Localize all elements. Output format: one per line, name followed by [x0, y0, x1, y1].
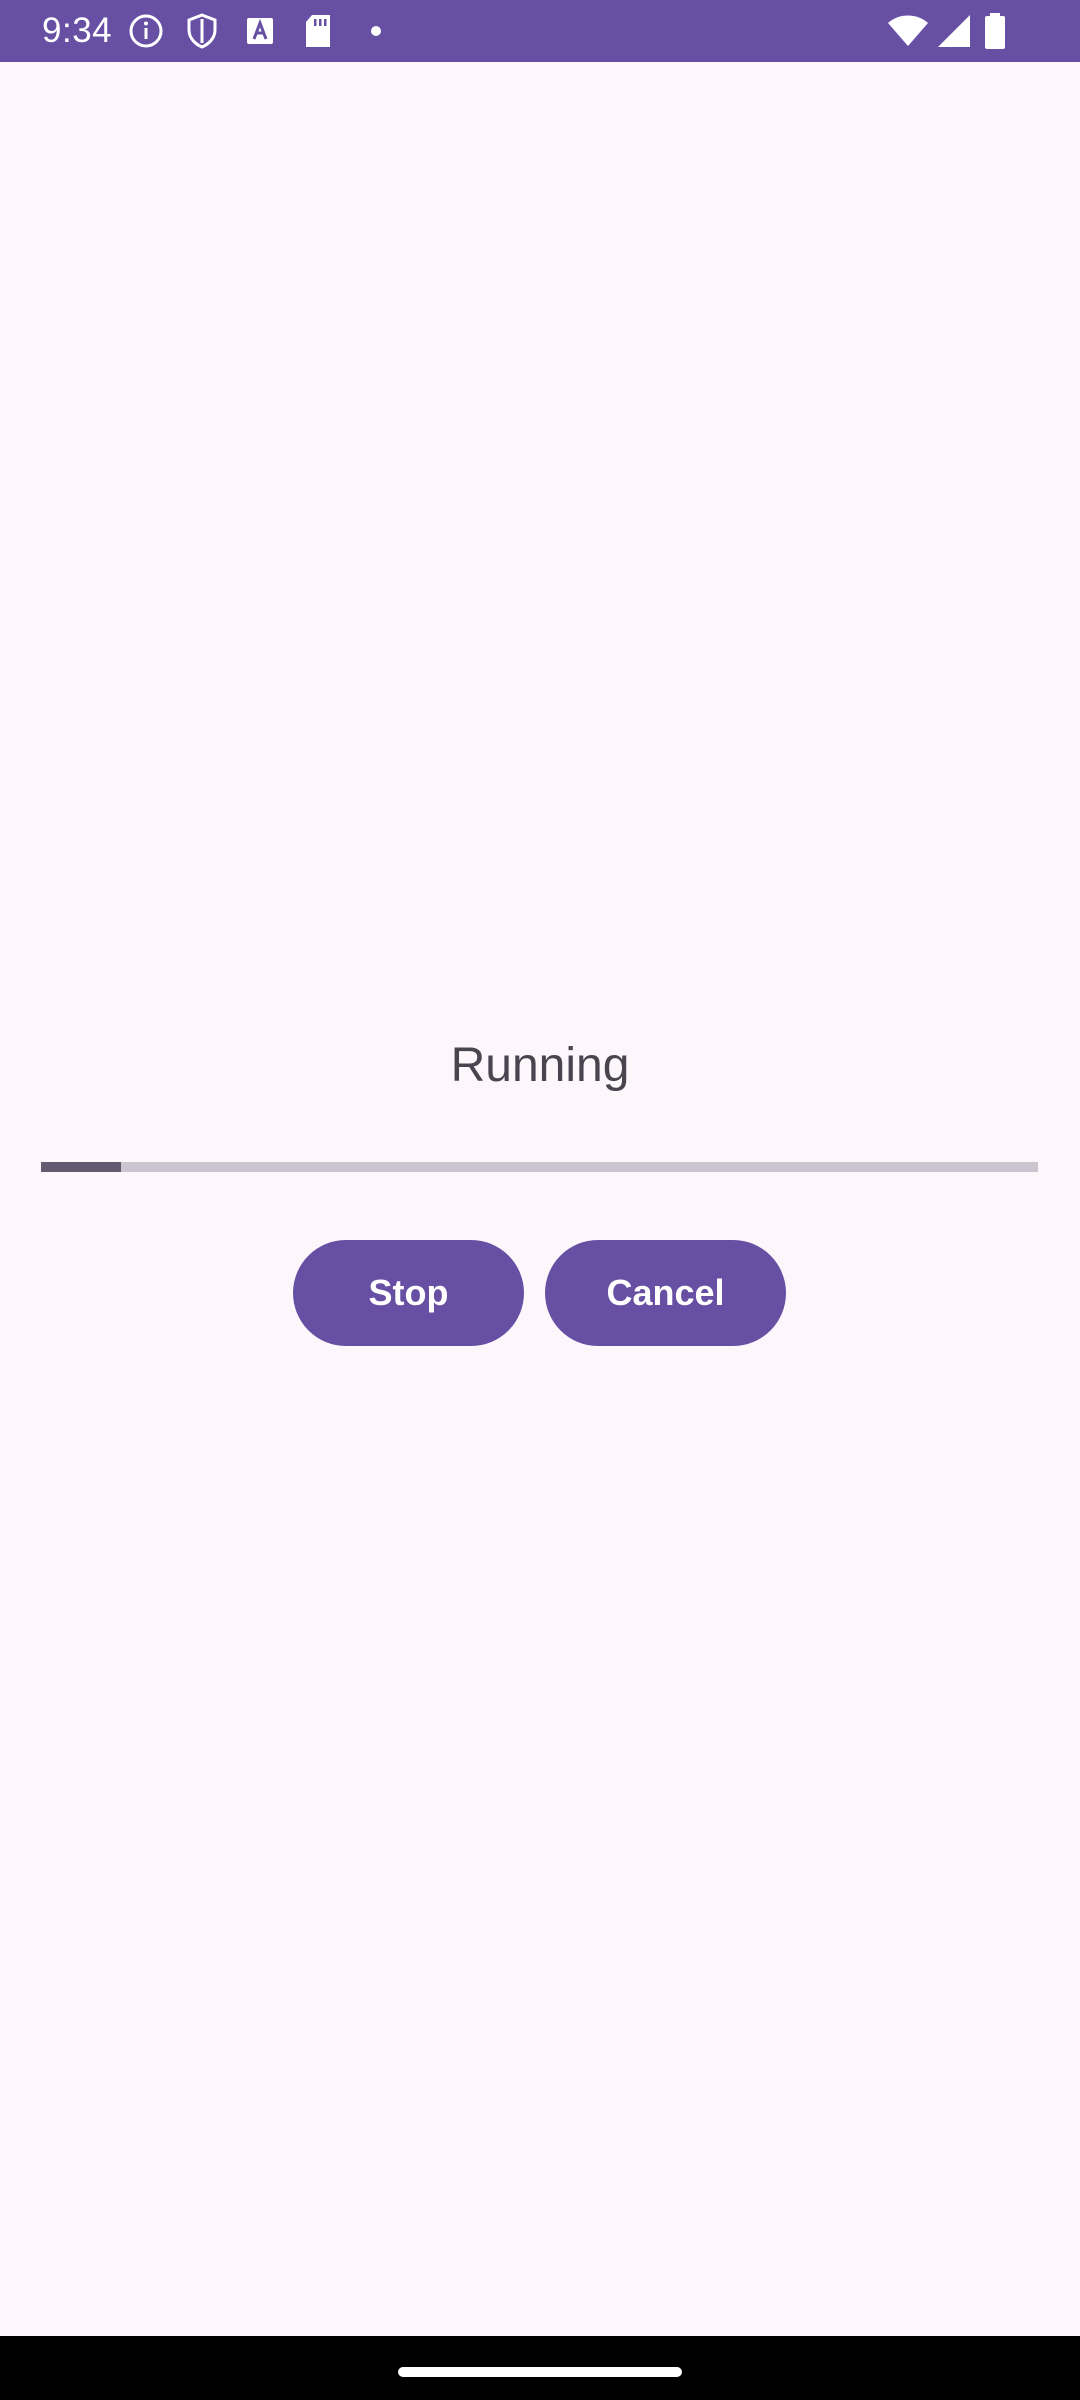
- cancel-button[interactable]: Cancel: [545, 1240, 786, 1346]
- main-content: [0, 62, 1080, 2336]
- font-a-icon: [240, 0, 280, 62]
- battery-icon: [980, 0, 1010, 62]
- wifi-icon: [884, 0, 932, 62]
- info-icon: [124, 0, 168, 62]
- dot-icon: [362, 0, 390, 62]
- progress-bar-fill: [41, 1162, 121, 1172]
- work-status-label: Running: [450, 1039, 630, 1092]
- progress-bar: [41, 1162, 1038, 1172]
- status-time: 9:34: [42, 11, 113, 50]
- status-bar: 9:34: [0, 0, 1080, 62]
- shield-icon: [180, 0, 224, 62]
- stop-button[interactable]: Stop: [293, 1240, 524, 1346]
- home-gesture-handle[interactable]: [398, 2367, 682, 2377]
- signal-icon: [934, 0, 974, 62]
- sd-card-icon: [298, 0, 338, 62]
